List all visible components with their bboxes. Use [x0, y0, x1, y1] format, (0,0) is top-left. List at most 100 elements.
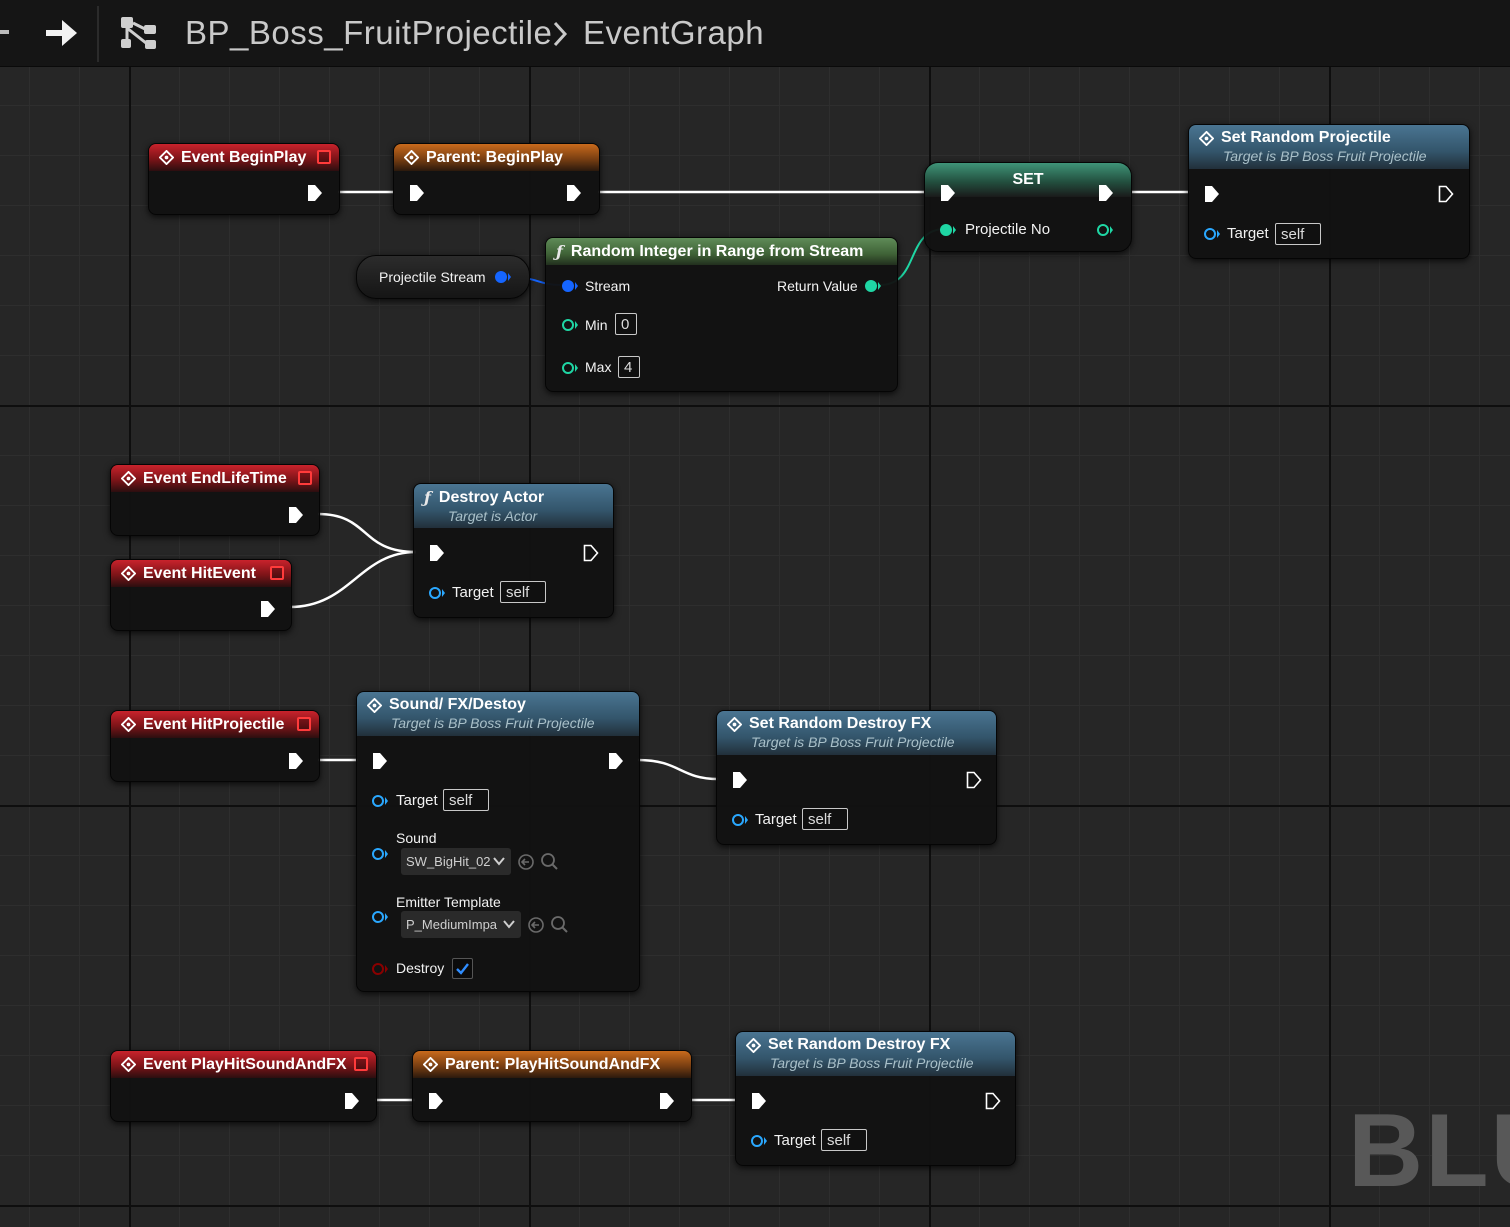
- node-title: Parent: BeginPlay: [426, 148, 563, 166]
- min-field[interactable]: 0: [615, 313, 637, 335]
- sound-asset-value: SW_BigHit_02: [406, 854, 491, 869]
- int-out-pin[interactable]: [864, 279, 882, 293]
- node-header: ƒ Destroy Actor Target is Actor: [414, 484, 613, 528]
- browse-asset-search-icon[interactable]: [550, 915, 569, 934]
- set-random-destroy-fx-node[interactable]: Set Random Destroy FX Target is BP Boss …: [735, 1031, 1016, 1166]
- event-diamond-icon: [746, 1037, 761, 1053]
- exec-in-pin[interactable]: [429, 544, 445, 562]
- event-playhitsoundandfx-node[interactable]: Event PlayHitSoundAndFX: [110, 1050, 377, 1122]
- exec-wire-endlife-destroy: [317, 512, 417, 554]
- destroy-actor-node[interactable]: ƒ Destroy Actor Target is Actor Target s…: [413, 483, 614, 618]
- exec-out-pin[interactable]: [659, 1092, 675, 1110]
- exec-in-pin[interactable]: [428, 1092, 444, 1110]
- function-f-icon: ƒ: [424, 488, 431, 507]
- sound-label: Sound: [396, 830, 437, 846]
- projectile-stream-getter[interactable]: Projectile Stream: [356, 255, 530, 299]
- sound-in-pin[interactable]: [371, 847, 389, 861]
- node-header: Parent: BeginPlay: [394, 144, 599, 171]
- min-in-pin[interactable]: [561, 318, 579, 332]
- set-random-destroy-fx-node[interactable]: Set Random Destroy FX Target is BP Boss …: [716, 710, 997, 845]
- node-header: Event HitProjectile: [111, 711, 319, 738]
- exec-out-pin[interactable]: [966, 771, 982, 789]
- object-in-pin[interactable]: [1203, 227, 1221, 241]
- exec-in-pin[interactable]: [372, 752, 388, 770]
- target-field[interactable]: self: [443, 789, 489, 811]
- delegate-pin[interactable]: [270, 566, 284, 580]
- delegate-pin[interactable]: [298, 471, 312, 485]
- exec-in-pin[interactable]: [940, 184, 956, 202]
- exec-wire-sound-destroyfx: [637, 758, 719, 781]
- target-label: Target: [1227, 225, 1269, 242]
- node-title: Event BeginPlay: [181, 148, 307, 166]
- event-diamond-icon: [1199, 130, 1214, 146]
- emitter-in-pin[interactable]: [371, 910, 389, 924]
- target-label: Target: [396, 792, 438, 809]
- exec-out-pin[interactable]: [583, 544, 599, 562]
- delegate-pin[interactable]: [354, 1057, 368, 1071]
- set-projectile-no-node[interactable]: SET Projectile No: [924, 162, 1132, 252]
- use-selected-asset-icon[interactable]: [527, 916, 545, 934]
- parent-beginplay-node[interactable]: Parent: BeginPlay: [393, 143, 600, 215]
- event-diamond-icon: [727, 716, 742, 732]
- node-title: Event HitProjectile: [143, 715, 285, 733]
- event-hitevent-node[interactable]: Event HitEvent: [110, 559, 292, 631]
- node-header: Set Random Destroy FX Target is BP Boss …: [736, 1032, 1015, 1076]
- max-in-pin[interactable]: [561, 361, 579, 375]
- node-header: Set Random Destroy FX Target is BP Boss …: [717, 711, 996, 755]
- object-in-pin[interactable]: [750, 1134, 768, 1148]
- sound-asset-dropdown[interactable]: SW_BigHit_02: [401, 848, 511, 875]
- target-field[interactable]: self: [1275, 223, 1321, 245]
- event-diamond-icon: [423, 1057, 438, 1072]
- int-in-pin[interactable]: [939, 223, 957, 237]
- checkmark-icon: [456, 963, 469, 975]
- exec-out-pin[interactable]: [288, 506, 304, 524]
- exec-out-pin[interactable]: [566, 184, 582, 202]
- chevron-down-icon: [503, 920, 515, 929]
- exec-out-pin[interactable]: [608, 752, 624, 770]
- node-title: Event HitEvent: [143, 564, 256, 582]
- event-endlifetime-node[interactable]: Event EndLifeTime: [110, 464, 320, 536]
- min-label: Min: [585, 317, 608, 333]
- exec-out-pin[interactable]: [344, 1092, 360, 1110]
- max-label: Max: [585, 359, 612, 375]
- exec-out-pin[interactable]: [260, 600, 276, 618]
- set-random-projectile-node[interactable]: Set Random Projectile Target is BP Boss …: [1188, 124, 1470, 259]
- bool-in-pin[interactable]: [371, 962, 389, 976]
- emitter-template-dropdown[interactable]: P_MediumImpa: [401, 911, 521, 938]
- exec-out-pin[interactable]: [288, 752, 304, 770]
- use-selected-asset-icon[interactable]: [517, 853, 535, 871]
- event-beginplay-node[interactable]: Event BeginPlay: [148, 143, 340, 215]
- node-title: Event PlayHitSoundAndFX: [143, 1055, 347, 1073]
- parent-playhitsoundandfx-node[interactable]: Parent: PlayHitSoundAndFX: [412, 1050, 692, 1122]
- random-integer-node[interactable]: ƒ Random Integer in Range from Stream St…: [545, 237, 898, 392]
- target-field[interactable]: self: [500, 581, 546, 603]
- exec-in-pin[interactable]: [751, 1092, 767, 1110]
- exec-in-pin[interactable]: [409, 184, 425, 202]
- delegate-pin[interactable]: [297, 717, 311, 731]
- target-field[interactable]: self: [821, 1129, 867, 1151]
- max-field[interactable]: 4: [618, 356, 640, 378]
- exec-out-pin[interactable]: [307, 184, 323, 202]
- node-title: SET: [1012, 171, 1044, 188]
- exec-out-pin[interactable]: [985, 1092, 1001, 1110]
- browse-asset-search-icon[interactable]: [540, 852, 559, 871]
- stream-out-pin[interactable]: [494, 270, 512, 284]
- node-subtitle: Target is Actor: [448, 508, 538, 524]
- exec-out-pin[interactable]: [1098, 184, 1114, 202]
- event-diamond-icon: [121, 1057, 136, 1072]
- int-out-pin[interactable]: [1096, 223, 1114, 237]
- target-field[interactable]: self: [802, 808, 848, 830]
- stream-in-pin[interactable]: [561, 279, 579, 293]
- exec-in-pin[interactable]: [1204, 185, 1220, 203]
- exec-in-pin[interactable]: [732, 771, 748, 789]
- object-in-pin[interactable]: [371, 794, 389, 808]
- object-in-pin[interactable]: [428, 586, 446, 600]
- delegate-pin[interactable]: [317, 150, 331, 164]
- sound-fx-destroy-node[interactable]: Sound/ FX/Destoy Target is BP Boss Fruit…: [356, 691, 640, 992]
- exec-wire-hitevent-destroy: [289, 550, 417, 609]
- object-in-pin[interactable]: [731, 813, 749, 827]
- destroy-checkbox[interactable]: [452, 958, 473, 979]
- event-hitprojectile-node[interactable]: Event HitProjectile: [110, 710, 320, 782]
- exec-out-pin[interactable]: [1438, 185, 1454, 203]
- node-header: Set Random Projectile Target is BP Boss …: [1189, 125, 1469, 169]
